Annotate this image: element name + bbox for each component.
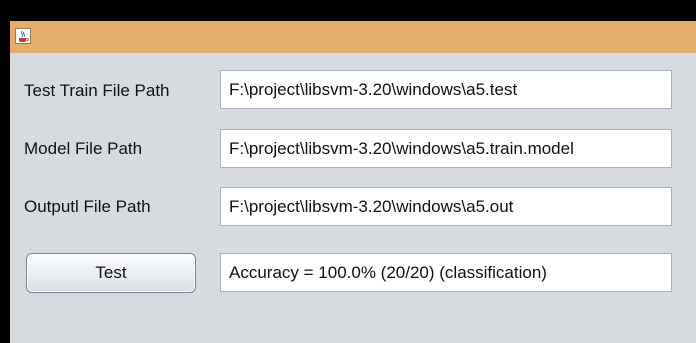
model-file-path-field[interactable]: F:\project\libsvm-3.20\windows\a5.train.…: [220, 129, 672, 168]
model-file-path-label: Model File Path: [24, 139, 143, 158]
app-window: Test Train File Path F:\project\libsvm-3…: [0, 0, 696, 343]
test-train-file-path-field[interactable]: F:\project\libsvm-3.20\windows\a5.test: [220, 70, 672, 109]
title-bar[interactable]: [10, 21, 696, 53]
result-field[interactable]: Accuracy = 100.0% (20/20) (classificatio…: [220, 253, 672, 292]
java-coffee-icon: [15, 28, 31, 44]
test-train-file-path-label: Test Train File Path: [24, 81, 170, 100]
test-button[interactable]: Test: [26, 253, 196, 293]
output-file-path-field[interactable]: F:\project\libsvm-3.20\windows\a5.out: [220, 187, 672, 226]
main-panel: Test Train File Path F:\project\libsvm-3…: [10, 53, 696, 343]
output-file-path-label: Outputl File Path: [24, 197, 151, 216]
